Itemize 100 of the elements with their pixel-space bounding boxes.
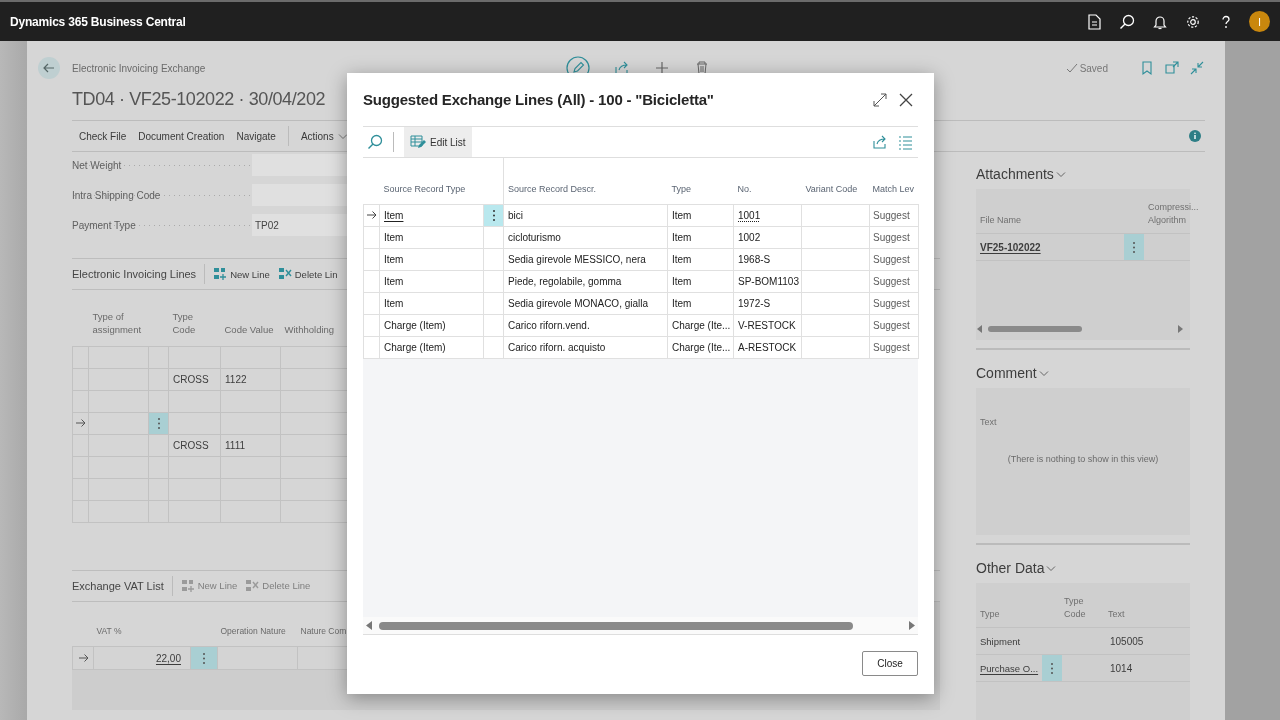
table-cell[interactable]: Purchase O... <box>976 662 1042 674</box>
check-icon <box>1065 63 1078 73</box>
column-header[interactable]: Code Value <box>220 290 281 346</box>
edit-list-button[interactable]: Edit List <box>404 127 472 157</box>
search-icon[interactable] <box>1119 13 1135 30</box>
toolbar-action[interactable]: Navigate <box>236 130 276 142</box>
table-cell: Charge (Ite... <box>672 341 731 353</box>
table-cell: Charge (Item) <box>384 341 446 353</box>
share-icon[interactable] <box>872 134 888 150</box>
column-header[interactable]: Text <box>1104 608 1125 621</box>
table-cell: Piede, regolabile, gomma <box>508 275 622 287</box>
column-header[interactable]: Source Record Type <box>379 158 484 204</box>
delete-line-button[interactable]: Delete Lin <box>277 267 338 281</box>
new-window-icon[interactable] <box>1164 60 1180 76</box>
table-cell: Sedia girevole MESSICO, nera <box>508 253 646 265</box>
table-cell: Suggest <box>873 253 910 265</box>
more-icon <box>156 416 161 430</box>
breadcrumb[interactable]: Electronic Invoicing Exchange <box>72 62 566 74</box>
table-cell: Item <box>672 297 692 309</box>
file-name-link[interactable]: VF25-102022 <box>976 241 1124 253</box>
field-label: Payment Type <box>72 219 252 231</box>
scrollbar[interactable] <box>363 617 918 635</box>
table-cell-text: 105005 <box>1109 635 1144 647</box>
table-cell: 1122 <box>220 368 281 390</box>
table-cell: Suggest <box>873 209 910 221</box>
table-cell: Item <box>384 231 404 243</box>
table-cell: Item <box>672 275 692 287</box>
table-cell: Item <box>384 253 404 265</box>
table-cell: bici <box>508 209 523 221</box>
more-icon <box>202 651 206 665</box>
column-header[interactable]: Type <box>667 158 734 204</box>
page-title: TD04 · VF25-102022 · 30/04/202 <box>72 89 326 110</box>
table-cell: 1111 <box>220 434 281 456</box>
table-cell[interactable]: 22,00 <box>155 652 181 664</box>
table-cell: CROSS <box>168 368 221 390</box>
table-cell[interactable]: 1001 <box>738 209 761 221</box>
add-icon[interactable] <box>654 60 670 76</box>
saved-status: Saved <box>1079 62 1108 74</box>
close-button[interactable]: Close <box>862 651 918 676</box>
delete-icon[interactable] <box>694 60 710 76</box>
section-title: Exchange VAT List <box>72 579 164 592</box>
table-cell: Suggest <box>873 297 910 309</box>
delete-line-icon <box>277 267 292 281</box>
bookmark-icon[interactable] <box>1139 60 1155 76</box>
table-cell: Suggest <box>873 319 910 331</box>
expand-icon[interactable] <box>872 91 888 108</box>
info-icon[interactable] <box>1189 130 1201 142</box>
table-cell: Charge (Item) <box>384 319 446 331</box>
table-cell: A-RESTOCK <box>738 341 797 353</box>
row-menu-button[interactable] <box>483 204 504 226</box>
new-line-icon <box>180 578 195 593</box>
table-cell: Suggest <box>873 231 910 243</box>
table-cell: 1972-S <box>738 297 771 309</box>
settings-icon[interactable] <box>1185 13 1201 30</box>
column-header[interactable]: File Name <box>976 214 1148 227</box>
table-cell: Item <box>672 231 692 243</box>
table-cell: Item <box>672 209 692 221</box>
toolbar-action[interactable]: Document Creation <box>138 130 225 142</box>
factbox-title[interactable]: Comment <box>976 362 1049 384</box>
table-cell: Carico riforn. acquisto <box>508 341 606 353</box>
column-header[interactable]: Match Lev <box>869 158 919 204</box>
notification-icon[interactable] <box>1152 13 1168 30</box>
new-line-button[interactable]: New Line <box>213 267 270 281</box>
column-header[interactable]: Variant Code <box>801 158 870 204</box>
column-header[interactable]: No. <box>733 158 802 204</box>
column-header[interactable]: Compressi... Algorithm <box>1148 201 1200 227</box>
chevron-down-icon <box>337 132 348 140</box>
column-header[interactable]: Source Record Descr. <box>503 158 668 204</box>
new-line-icon <box>213 267 228 281</box>
table-cell[interactable]: Item <box>384 209 404 221</box>
toolbar-action[interactable]: Check File <box>79 130 127 142</box>
factbox-title[interactable]: Attachments <box>976 163 1066 185</box>
column-header[interactable]: Text <box>976 416 997 429</box>
back-icon[interactable] <box>38 57 60 79</box>
column-header[interactable]: VAT % <box>93 601 191 647</box>
column-header[interactable]: Type of assignment <box>88 290 149 346</box>
table-cell: Item <box>384 297 404 309</box>
close-icon[interactable] <box>898 91 914 108</box>
table-cell: Suggest <box>873 275 910 287</box>
dialog-title: Suggested Exchange Lines (All) - 100 - "Bicicletta" <box>363 91 714 108</box>
chevron-down-icon <box>1038 369 1049 377</box>
column-header[interactable]: Operation Nature <box>217 601 298 647</box>
table-cell: Item <box>384 275 404 287</box>
actions-menu[interactable]: Actions <box>300 130 348 142</box>
column-header[interactable]: Type <box>976 608 1060 621</box>
table-cell: SP-BOM1103 <box>738 275 799 287</box>
column-header[interactable]: Type Code <box>1060 595 1104 621</box>
collapse-icon[interactable] <box>1189 60 1205 76</box>
app-title: Dynamics 365 Business Central <box>10 14 186 29</box>
section-title: Electronic Invoicing Lines <box>72 268 197 280</box>
document-icon[interactable] <box>1086 13 1102 30</box>
more-icon <box>491 208 496 222</box>
more-icon <box>1132 240 1136 254</box>
table-cell-text: 1014 <box>1109 662 1133 674</box>
factbox-title[interactable]: Other Data <box>976 557 1057 579</box>
table-cell: CROSS <box>168 434 221 456</box>
table-cell-text: Shipment <box>979 635 1022 647</box>
column-header[interactable]: Type Code <box>168 290 221 346</box>
table-cell: Suggest <box>873 341 910 353</box>
table-cell: Carico riforn.vend. <box>508 319 590 331</box>
